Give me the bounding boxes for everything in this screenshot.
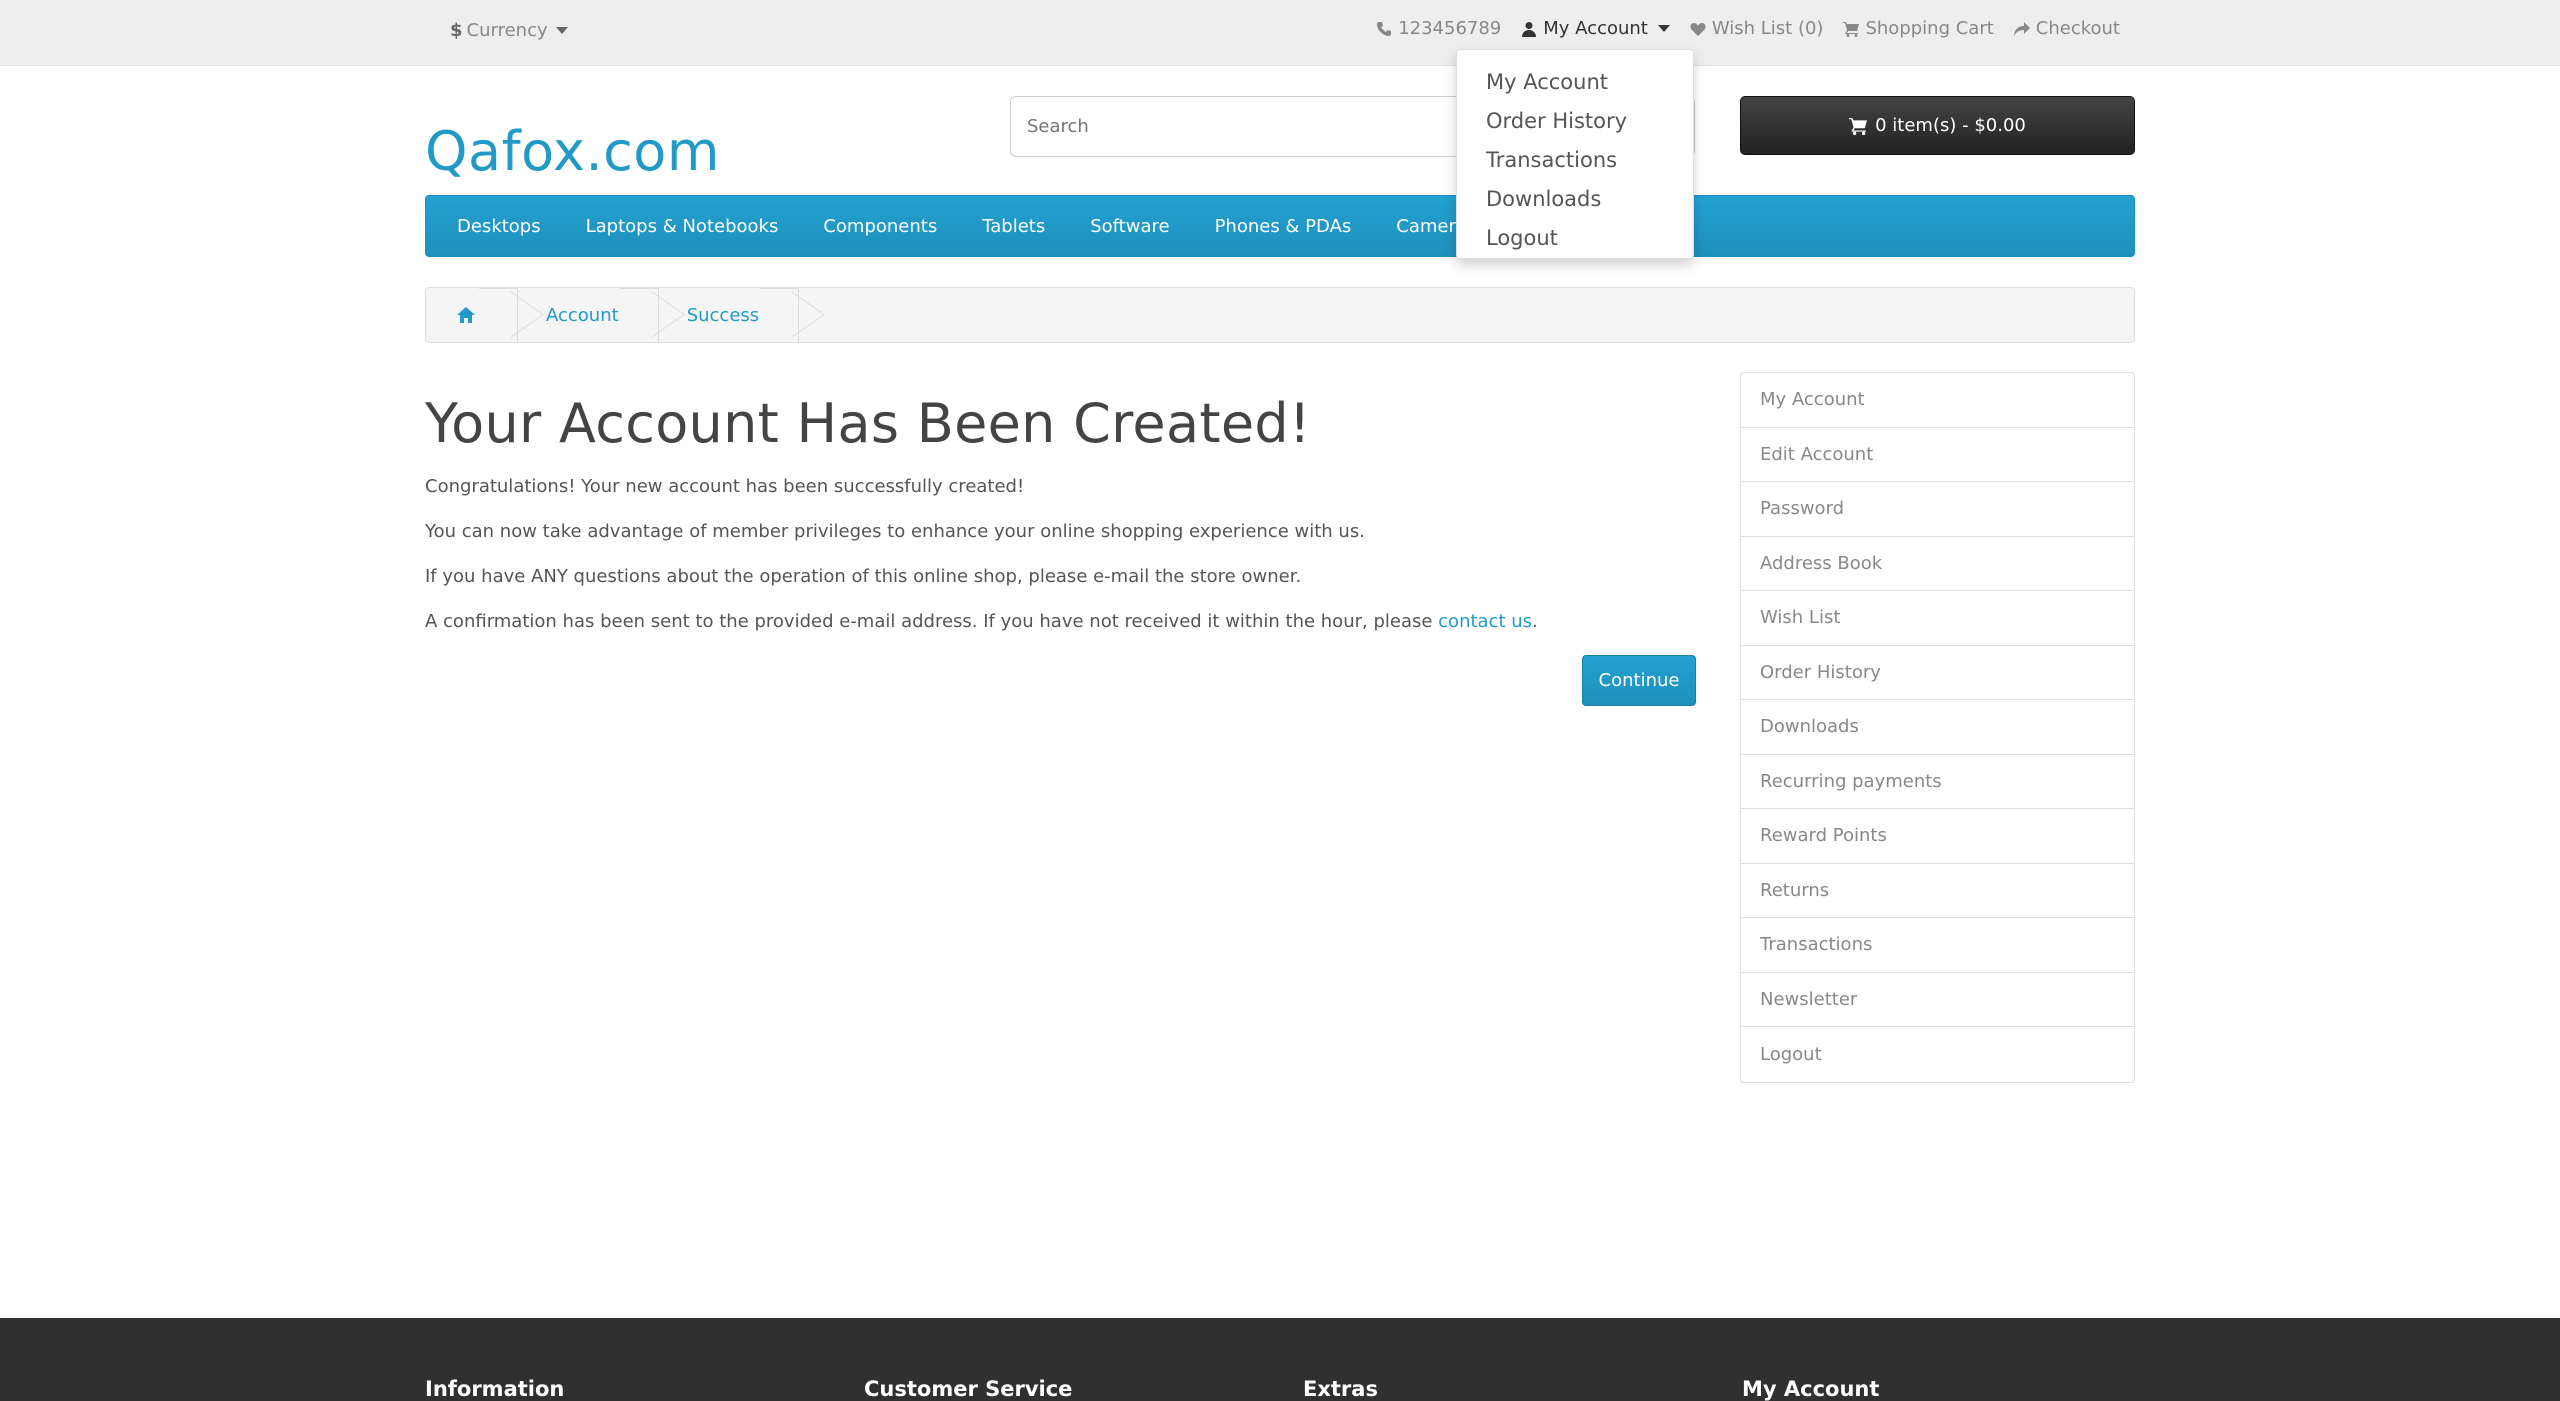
breadcrumb: Account Success bbox=[425, 287, 2135, 343]
sidebar-item-address-book[interactable]: Address Book bbox=[1741, 537, 2134, 591]
sidebar-item-edit-account[interactable]: Edit Account bbox=[1741, 428, 2134, 482]
chevron-down-icon bbox=[1657, 25, 1670, 32]
top-bar: $ Currency 123456789 My Account Wish Lis… bbox=[0, 0, 2560, 66]
sidebar-item-downloads[interactable]: Downloads bbox=[1741, 700, 2134, 755]
wishlist-label: Wish List (0) bbox=[1711, 18, 1824, 39]
sidebar-item-recurring-payments[interactable]: Recurring payments bbox=[1741, 755, 2134, 809]
contact-us-link[interactable]: contact us bbox=[1438, 611, 1532, 632]
shopping-cart-label: Shopping Cart bbox=[1865, 18, 1994, 39]
sidebar-item-my-account[interactable]: My Account bbox=[1741, 373, 2134, 428]
dropdown-item-logout[interactable]: Logout bbox=[1457, 218, 1693, 257]
account-dropdown-menu: My Account Order History Transactions Do… bbox=[1456, 49, 1694, 259]
questions-message: If you have ANY questions about the oper… bbox=[425, 566, 1302, 587]
chevron-down-icon bbox=[555, 27, 568, 34]
sidebar-item-order-history[interactable]: Order History bbox=[1741, 646, 2134, 700]
cart-button-label: 0 item(s) - $0.00 bbox=[1875, 115, 2026, 136]
breadcrumb-separator bbox=[787, 287, 809, 343]
nav-item-phones[interactable]: Phones & PDAs bbox=[1215, 216, 1352, 237]
nav-item-components[interactable]: Components bbox=[823, 216, 937, 237]
currency-dropdown[interactable]: $ Currency bbox=[450, 20, 568, 41]
sidebar-item-newsletter[interactable]: Newsletter bbox=[1741, 973, 2134, 1027]
dropdown-item-order-history[interactable]: Order History bbox=[1457, 101, 1693, 140]
dropdown-item-transactions[interactable]: Transactions bbox=[1457, 140, 1693, 179]
account-sidebar: My Account Edit Account Password Address… bbox=[1740, 372, 2135, 1083]
sidebar-item-password[interactable]: Password bbox=[1741, 482, 2134, 537]
footer-heading-information: Information bbox=[425, 1377, 565, 1401]
continue-button[interactable]: Continue bbox=[1582, 655, 1696, 706]
sidebar-item-returns[interactable]: Returns bbox=[1741, 864, 2134, 918]
nav-item-software[interactable]: Software bbox=[1090, 216, 1169, 237]
my-account-label: My Account bbox=[1543, 18, 1648, 39]
share-icon bbox=[2013, 21, 2030, 36]
checkout-label: Checkout bbox=[2035, 18, 2120, 39]
dropdown-item-my-account[interactable]: My Account bbox=[1457, 62, 1693, 101]
confirmation-message: A confirmation has been sent to the prov… bbox=[425, 611, 1538, 632]
sidebar-item-reward-points[interactable]: Reward Points bbox=[1741, 809, 2134, 864]
heart-icon bbox=[1690, 22, 1706, 36]
home-icon bbox=[457, 307, 475, 323]
checkout-link[interactable]: Checkout bbox=[2013, 18, 2120, 39]
shopping-cart-link[interactable]: Shopping Cart bbox=[1843, 18, 1994, 39]
currency-label: Currency bbox=[466, 20, 548, 41]
nav-item-tablets[interactable]: Tablets bbox=[982, 216, 1045, 237]
sidebar-item-logout[interactable]: Logout bbox=[1741, 1027, 2134, 1082]
confirmation-suffix: . bbox=[1532, 611, 1538, 632]
wishlist-link[interactable]: Wish List (0) bbox=[1690, 18, 1824, 39]
sidebar-item-wish-list[interactable]: Wish List bbox=[1741, 591, 2134, 646]
phone-number: 123456789 bbox=[1398, 18, 1502, 39]
cart-icon bbox=[1843, 21, 1860, 37]
dropdown-item-downloads[interactable]: Downloads bbox=[1457, 179, 1693, 218]
my-account-toggle[interactable]: My Account bbox=[1521, 18, 1670, 39]
cart-button[interactable]: 0 item(s) - $0.00 bbox=[1740, 96, 2135, 155]
site-footer: Information Customer Service Extras My A… bbox=[0, 1318, 2560, 1401]
breadcrumb-separator bbox=[647, 287, 669, 343]
main-nav: Desktops Laptops & Notebooks Components … bbox=[425, 195, 2135, 257]
phone-link[interactable]: 123456789 bbox=[1376, 18, 1501, 39]
footer-heading-extras: Extras bbox=[1303, 1377, 1378, 1401]
privileges-message: You can now take advantage of member pri… bbox=[425, 521, 1365, 542]
footer-heading-my-account: My Account bbox=[1742, 1377, 1880, 1401]
currency-symbol: $ bbox=[450, 20, 463, 41]
success-message: Congratulations! Your new account has be… bbox=[425, 476, 1025, 497]
phone-icon bbox=[1377, 21, 1392, 36]
footer-heading-customer-service: Customer Service bbox=[864, 1377, 1073, 1401]
cart-icon bbox=[1849, 117, 1868, 135]
nav-item-desktops[interactable]: Desktops bbox=[457, 216, 541, 237]
nav-item-laptops[interactable]: Laptops & Notebooks bbox=[586, 216, 779, 237]
user-icon bbox=[1522, 21, 1537, 37]
sidebar-item-transactions[interactable]: Transactions bbox=[1741, 918, 2134, 973]
site-logo[interactable]: Qafox.com bbox=[425, 120, 720, 183]
page-title: Your Account Has Been Created! bbox=[425, 392, 1311, 455]
breadcrumb-separator bbox=[506, 287, 528, 343]
confirmation-text: A confirmation has been sent to the prov… bbox=[425, 611, 1439, 632]
